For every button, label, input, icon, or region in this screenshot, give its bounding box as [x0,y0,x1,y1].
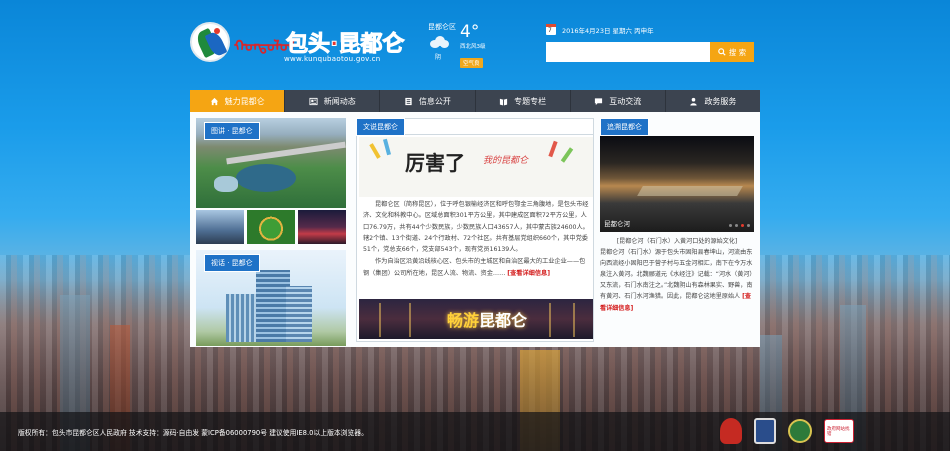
history-section-tag[interactable]: 追溯昆都仑 [600,118,649,136]
site-logo[interactable]: ᠬᠤᠨᠳᠤᠯᠤᠨ 包头·昆都仑 www.kunqubaotou.gov.cn [190,22,420,66]
search-button[interactable]: 搜 索 [710,42,754,62]
nav-item-label: 信息公开 [418,96,451,106]
intro-panel: 文说昆都仑 厉害了 我的昆都仑 昆都仑区（简称昆区），位于呼包银榆经济区和呼包鄂… [356,118,594,342]
air-quality-badge: 空气良 [460,58,483,68]
intro-more-link[interactable]: [查看详细信息] [507,270,550,277]
home-icon [210,97,218,105]
photo-thumbnails [196,210,346,244]
footer-badges: 政府网站找错 [720,418,854,444]
picture-section-tag[interactable]: 图讲 · 昆都仑 [204,122,260,140]
nav-item-label: 新闻动态 [323,96,356,106]
weather-condition: 阴 [435,54,442,61]
newspaper-icon [309,97,318,105]
date-text: 2016年4月23日 星期六 丙申年 [562,26,654,35]
footer-copyright: 版权所有：包头市昆都仑区人民政府 技术支持：源码·自由发 蒙ICP备060007… [18,429,368,437]
nav-item-topics[interactable]: 专题专栏 [476,90,571,112]
history-story: [昆都仑河（石门水）入黄河口处的源始文化] 昆都仑河（石门水）源于包头市固阳县春… [600,236,754,314]
slide-dot[interactable] [735,224,738,227]
logo-title: 包头·昆都仑 [285,32,405,58]
thumbnail-night[interactable] [298,210,346,244]
nav-item-news[interactable]: 新闻动态 [285,90,381,112]
story-title: [昆都仑河（石门水）入黄河口处的源始文化] [616,238,738,245]
river-photo-caption: 昆都仑河 [604,220,630,228]
list-icon [405,97,412,105]
slogan-banner[interactable]: 厉害了 我的昆都仑 [359,137,593,197]
thumbnail-building[interactable] [196,210,244,244]
cloud-icon [430,36,449,48]
user-service-icon [690,97,698,106]
gov-site-error-badge[interactable]: 政府网站找错 [824,419,854,443]
main-content: 图讲 · 昆都仑 视话 · 昆都仑 文说昆都仑 厉害了 我的昆都仑 昆都仑区（简… [190,112,760,347]
slide-dot[interactable] [729,224,732,227]
network-security-icon[interactable] [788,419,812,443]
nav-item-label: 互动交流 [609,96,642,106]
slideshow-dots [729,224,750,227]
river-photo[interactable]: 昆都仑河 [600,136,754,232]
intro-panel-header: 文说昆都仑 [356,118,593,136]
travel-banner[interactable]: 畅游昆都仑 [359,299,593,339]
nav-item-label: 专题专栏 [514,96,547,106]
banner-headline: 厉害了 [405,151,465,175]
chat-icon [595,97,603,105]
nav-item-label: 魅力昆都仑 [224,96,265,106]
pictures-column: 图讲 · 昆都仑 视话 · 昆都仑 [196,118,346,346]
weather-temperature: 4° [460,22,480,42]
intro-section-tag[interactable]: 文说昆都仑 [356,118,405,136]
nav-item-interaction[interactable]: 互动交流 [571,90,666,112]
weather-wind: 西北风3级 [460,44,486,50]
nav-item-services[interactable]: 政务服务 [666,90,760,112]
thumbnail-interchange[interactable] [247,210,295,244]
calendar-icon: 7 [546,24,556,35]
search-input[interactable] [546,42,710,62]
search-button-label: 搜 索 [728,47,747,57]
date-display: 7 2016年4月23日 星期六 丙申年 [546,24,654,35]
intro-paragraph-2: 作为自治区沿黄沿线核心区、包头市的主城区和自治区最大的工业企业——包钢（集团）公… [363,258,586,277]
weather-widget: 昆都仑区 阴 4° 西北风3级 空气良 [428,20,518,68]
intro-paragraph-1: 昆都仑区（简称昆区），位于呼包银榆经济区和呼包鄂金三角腹地，是包头市经济、文化和… [363,201,589,254]
nav-item-label: 政务服务 [704,96,737,106]
banner-subline: 我的昆都仑 [483,156,529,166]
nav-item-info[interactable]: 信息公开 [380,90,476,112]
party-emblem-icon[interactable] [720,418,742,444]
police-badge-icon[interactable] [754,418,776,444]
nav-item-charm[interactable]: 魅力昆都仑 [190,90,286,112]
weather-district: 昆都仑区 [428,23,456,31]
district-intro-text: 昆都仑区（简称昆区），位于呼包银榆经济区和呼包鄂金三角腹地，是包头市经济、文化和… [363,199,589,279]
footer: 版权所有：包头市昆都仑区人民政府 技术支持：源码·自由发 蒙ICP备060007… [0,412,950,451]
search-bar: 搜 索 [546,42,754,62]
search-icon [717,48,726,56]
slide-dot[interactable] [747,224,750,227]
logo-url: www.kunqubaotou.gov.cn [284,55,381,63]
main-nav: 魅力昆都仑 新闻动态 信息公开 专题专栏 互动交流 政务服务 [190,90,760,112]
story-body: 昆都仑河（石门水）源于包头市固阳县春坤山，河流由东向西流经小固阳巴于营子村与五金… [600,249,753,312]
history-column: 追溯昆都仑 昆都仑河 [昆都仑河（石门水）入黄河口处的源始文化] 昆都仑河（石门… [600,118,754,346]
logo-emblem-icon [190,22,230,62]
book-icon [499,98,508,106]
travel-banner-text: 畅游昆都仑 [447,311,528,330]
video-section-tag[interactable]: 视话 · 昆都仑 [204,254,260,272]
slide-dot-active[interactable] [741,224,744,227]
